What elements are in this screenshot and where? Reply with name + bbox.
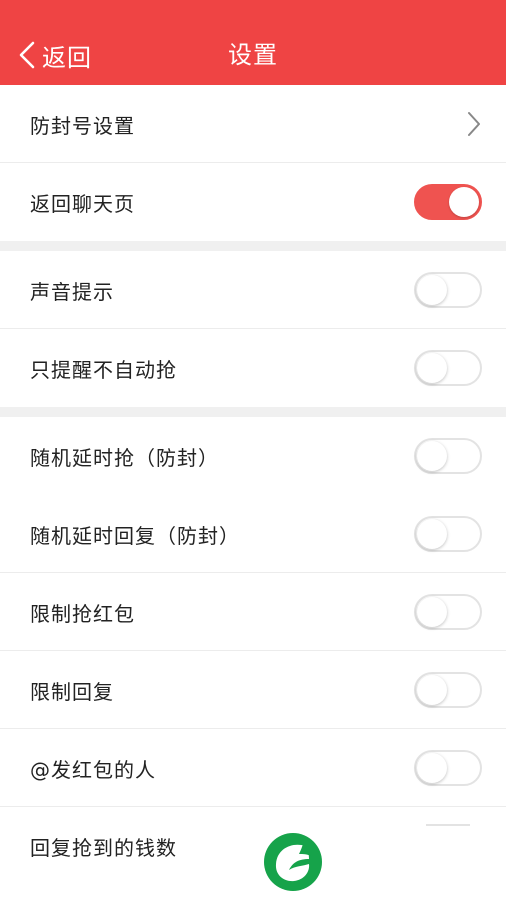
page-title: 设置	[228, 41, 278, 69]
toggle-knob	[417, 275, 447, 305]
toggle-switch[interactable]	[414, 672, 482, 708]
toggle-switch[interactable]	[414, 750, 482, 786]
settings-row-random-delay-grab: 随机延时抢（防封）	[0, 417, 506, 495]
leaf-logo-icon	[264, 833, 322, 891]
settings-row-label: @发红包的人	[30, 757, 156, 782]
toggle-knob	[417, 441, 447, 471]
settings-row-limit-grab: 限制抢红包	[0, 573, 506, 651]
chevron-right-icon	[468, 112, 480, 136]
settings-row-label: 限制回复	[30, 679, 114, 704]
toggle-switch-partial[interactable]	[426, 824, 470, 826]
toggle-switch[interactable]	[414, 438, 482, 474]
settings-row-random-delay-reply: 随机延时回复（防封）	[0, 495, 506, 573]
settings-row-return-chat: 返回聊天页	[0, 163, 506, 241]
settings-row-label: 回复抢到的钱数	[30, 835, 177, 860]
toggle-switch[interactable]	[414, 516, 482, 552]
settings-group-2: 声音提示 只提醒不自动抢	[0, 251, 506, 407]
settings-row-label: 防封号设置	[30, 113, 135, 138]
settings-group-3: 随机延时抢（防封） 随机延时回复（防封） 限制抢红包 限制回复 @发红包的人 回…	[0, 417, 506, 885]
settings-row-label: 随机延时回复（防封）	[30, 523, 240, 548]
section-gap	[0, 407, 506, 417]
settings-row-label: 声音提示	[30, 279, 114, 304]
toggle-switch[interactable]	[414, 272, 482, 308]
navigation-bar: 返回 设置	[0, 0, 506, 85]
settings-row-label: 随机延时抢（防封）	[30, 445, 219, 470]
toggle-knob	[417, 353, 447, 383]
toggle-knob	[417, 519, 447, 549]
settings-row-sound: 声音提示	[0, 251, 506, 329]
settings-row-notify-only: 只提醒不自动抢	[0, 329, 506, 407]
toggle-switch[interactable]	[414, 184, 482, 220]
toggle-knob	[449, 187, 479, 217]
settings-row-anti-ban[interactable]: 防封号设置	[0, 85, 506, 163]
settings-row-reply-amount: 回复抢到的钱数	[0, 807, 506, 885]
toggle-switch[interactable]	[414, 350, 482, 386]
settings-row-label: 只提醒不自动抢	[30, 357, 177, 382]
settings-row-label: 限制抢红包	[30, 601, 135, 626]
toggle-knob	[417, 675, 447, 705]
toggle-knob	[417, 753, 447, 783]
settings-row-limit-reply: 限制回复	[0, 651, 506, 729]
toggle-knob	[417, 597, 447, 627]
settings-row-label: 返回聊天页	[30, 191, 135, 216]
settings-group-1: 防封号设置 返回聊天页	[0, 85, 506, 241]
toggle-switch[interactable]	[414, 594, 482, 630]
settings-row-mention-sender: @发红包的人	[0, 729, 506, 807]
section-gap	[0, 241, 506, 251]
